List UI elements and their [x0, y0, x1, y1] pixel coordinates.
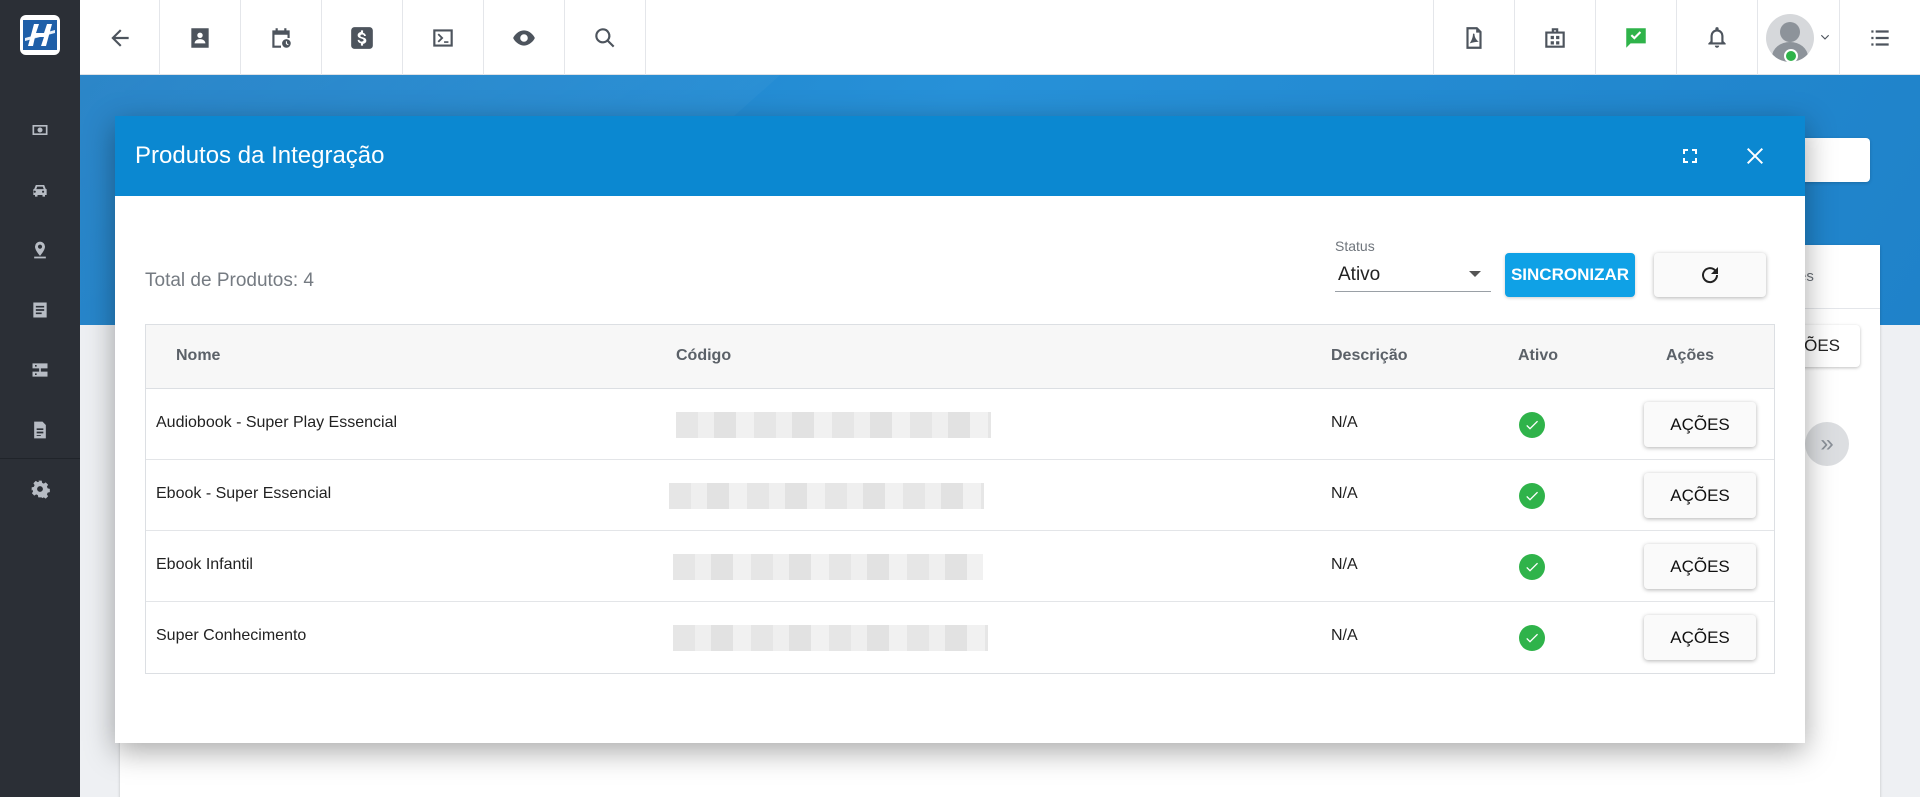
product-name: Ebook - Super Essencial	[156, 485, 332, 502]
product-description: N/A	[1331, 414, 1358, 431]
modal-toolbar: Total de Produtos: 4 Status Ativo SINCRO…	[115, 196, 1805, 316]
row-actions-button[interactable]: AÇÕES	[1644, 402, 1756, 447]
row-actions-button[interactable]: AÇÕES	[1644, 615, 1756, 660]
product-code-redacted	[676, 412, 991, 438]
product-name: Audiobook - Super Play Essencial	[156, 414, 398, 431]
row-actions-button[interactable]: AÇÕES	[1644, 544, 1756, 589]
product-name: Ebook Infantil	[156, 556, 253, 573]
table-row: Ebook Infantil N/A AÇÕES	[146, 531, 1774, 602]
integration-products-modal: Produtos da Integração Total de Produtos…	[115, 116, 1805, 743]
column-header-description[interactable]: Descrição	[1331, 347, 1408, 365]
status-filter-label: Status	[1335, 238, 1375, 254]
table-row: Audiobook - Super Play Essencial N/A AÇÕ…	[146, 389, 1774, 460]
active-check-icon	[1519, 554, 1545, 580]
modal-header: Produtos da Integração	[115, 116, 1805, 196]
active-check-icon	[1519, 412, 1545, 438]
product-code-redacted	[673, 554, 983, 580]
product-description: N/A	[1331, 556, 1358, 573]
status-filter-select[interactable]: Ativo	[1335, 256, 1491, 292]
table-header: Nome Código Descrição Ativo Ações	[146, 325, 1774, 389]
product-code-redacted	[673, 625, 988, 651]
column-header-code[interactable]: Código	[676, 347, 731, 365]
close-button[interactable]	[1739, 140, 1771, 172]
fullscreen-icon	[1683, 149, 1697, 163]
close-icon	[1747, 148, 1763, 164]
refresh-icon	[1702, 267, 1719, 284]
status-filter-value: Ativo	[1338, 264, 1381, 285]
refresh-button[interactable]	[1654, 253, 1766, 297]
active-check-icon	[1519, 625, 1545, 651]
modal-title: Produtos da Integração	[135, 142, 385, 169]
total-products-label: Total de Produtos: 4	[145, 270, 314, 291]
table-row: Ebook - Super Essencial N/A AÇÕES	[146, 460, 1774, 531]
product-name: Super Conhecimento	[156, 627, 307, 644]
product-description: N/A	[1331, 627, 1358, 644]
active-check-icon	[1519, 483, 1545, 509]
column-header-active[interactable]: Ativo	[1518, 347, 1558, 365]
product-description: N/A	[1331, 485, 1358, 502]
row-actions-button[interactable]: AÇÕES	[1644, 473, 1756, 518]
dropdown-caret-icon	[1469, 271, 1481, 277]
table-row: Super Conhecimento N/A AÇÕES	[146, 602, 1774, 673]
products-table: Nome Código Descrição Ativo Ações Audiob…	[145, 324, 1775, 674]
product-code-redacted	[669, 483, 984, 509]
column-header-name[interactable]: Nome	[176, 347, 220, 365]
sync-button[interactable]: SINCRONIZAR	[1505, 253, 1635, 297]
column-header-actions: Ações	[1666, 347, 1715, 364]
fullscreen-button[interactable]	[1674, 140, 1706, 172]
